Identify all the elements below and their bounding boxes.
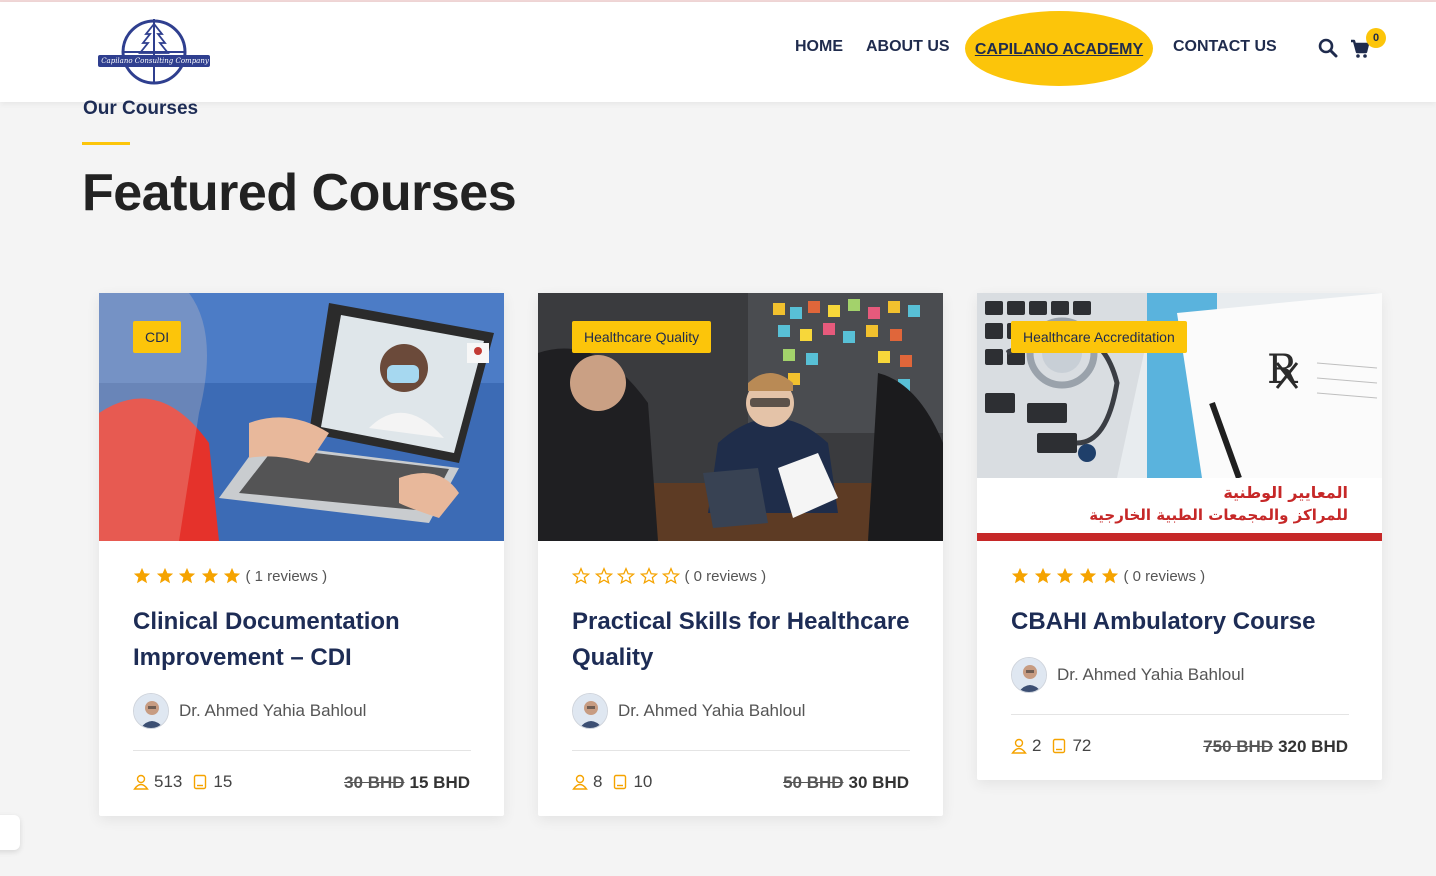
current-price: 15 BHD [409, 773, 470, 792]
course-thumbnail[interactable]: CDI [99, 293, 504, 541]
avatar [572, 693, 608, 729]
students-icon [1011, 738, 1027, 754]
course-thumbnail[interactable]: R المعايير الوطنية للمراكز والمجمعات الط… [977, 293, 1382, 541]
course-card[interactable]: R المعايير الوطنية للمراكز والمجمعات الط… [977, 293, 1382, 780]
course-author[interactable]: Dr. Ahmed Yahia Bahloul [133, 693, 366, 729]
star-filled-icon [1034, 567, 1051, 584]
star-empty-icon [594, 567, 613, 585]
course-price: 750 BHD 320 BHD [1203, 737, 1348, 757]
lessons-icon [194, 774, 207, 790]
course-card[interactable]: Healthcare Quality ( 0 reviews ) Practic… [538, 293, 943, 816]
card-divider [572, 750, 910, 751]
old-price: 750 BHD [1203, 737, 1274, 756]
image-arabic-line-1: المعايير الوطنية [1223, 483, 1348, 502]
star-filled-icon [201, 567, 218, 584]
star-filled-icon [223, 567, 241, 584]
review-count: ( 0 reviews ) [684, 567, 767, 585]
cart-count-badge: 0 [1366, 28, 1386, 48]
course-title[interactable]: Clinical Documentation Improvement – CDI [133, 604, 478, 676]
rating: ( 1 reviews ) [133, 566, 327, 586]
star-empty-icon [639, 567, 658, 585]
site-header: Capilano Consulting Company HOME ABOUT U… [0, 2, 1436, 102]
section-eyebrow: Our Courses [83, 98, 199, 119]
star-filled-icon [1011, 567, 1029, 584]
star-filled-icon [133, 567, 151, 584]
course-stats: 8 10 [572, 772, 662, 792]
author-name: Dr. Ahmed Yahia Bahloul [618, 701, 806, 720]
card-divider [1011, 714, 1349, 715]
old-price: 50 BHD [783, 773, 844, 792]
lessons-icon [614, 774, 627, 790]
card-divider [133, 750, 471, 751]
course-author[interactable]: Dr. Ahmed Yahia Bahloul [572, 693, 805, 729]
review-count: ( 0 reviews ) [1123, 567, 1206, 585]
star-filled-icon [1101, 567, 1119, 584]
rating: ( 0 reviews ) [1011, 566, 1205, 586]
category-tag[interactable]: Healthcare Accreditation [1011, 321, 1187, 353]
rating: ( 0 reviews ) [572, 566, 766, 586]
course-author[interactable]: Dr. Ahmed Yahia Bahloul [1011, 657, 1244, 693]
nav-home[interactable]: HOME [795, 38, 843, 56]
author-name: Dr. Ahmed Yahia Bahloul [179, 701, 367, 720]
nav-about-us[interactable]: ABOUT US [866, 38, 950, 56]
star-filled-icon [1056, 567, 1074, 584]
students-icon [572, 774, 588, 790]
student-count: 8 [593, 772, 603, 791]
star-empty-icon [662, 567, 680, 585]
star-filled-icon [178, 567, 196, 584]
lesson-count: 72 [1072, 736, 1092, 755]
side-floating-tab[interactable]: s [0, 815, 20, 850]
course-price: 50 BHD 30 BHD [783, 773, 909, 793]
course-title[interactable]: CBAHI Ambulatory Course [1011, 604, 1356, 640]
category-tag[interactable]: Healthcare Quality [572, 321, 712, 353]
course-card[interactable]: CDI ( 1 reviews ) Clinical Documentation… [99, 293, 504, 816]
section-title: Featured Courses [82, 164, 517, 222]
star-empty-icon [572, 567, 590, 585]
author-name: Dr. Ahmed Yahia Bahloul [1057, 665, 1245, 684]
search-icon[interactable] [1318, 38, 1338, 58]
star-filled-icon [156, 567, 173, 584]
student-count: 2 [1032, 736, 1042, 755]
review-count: ( 1 reviews ) [245, 567, 328, 585]
nav-contact-us[interactable]: CONTACT US [1173, 38, 1277, 56]
course-thumbnail[interactable]: Healthcare Quality [538, 293, 943, 541]
logo-text: Capilano Consulting Company [101, 57, 209, 65]
students-icon [133, 774, 149, 790]
course-stats: 2 72 [1011, 736, 1101, 756]
company-logo[interactable] [94, 16, 214, 86]
nav-capilano-academy[interactable]: CAPILANO ACADEMY [965, 11, 1153, 86]
eyebrow-underline [82, 142, 130, 145]
avatar [133, 693, 169, 729]
current-price: 30 BHD [848, 773, 909, 792]
student-count: 513 [154, 772, 183, 791]
course-title[interactable]: Practical Skills for Healthcare Quality [572, 604, 917, 676]
course-stats: 513 15 [133, 772, 242, 792]
course-price: 30 BHD 15 BHD [344, 773, 470, 793]
avatar [1011, 657, 1047, 693]
star-empty-icon [617, 567, 635, 585]
old-price: 30 BHD [344, 773, 405, 792]
image-arabic-line-2: للمراكز والمجمعات الطبية الخارجية [1089, 506, 1348, 524]
star-filled-icon [1079, 567, 1096, 584]
current-price: 320 BHD [1278, 737, 1348, 756]
lesson-count: 15 [213, 772, 233, 791]
lessons-icon [1053, 738, 1066, 754]
category-tag[interactable]: CDI [133, 321, 182, 353]
lesson-count: 10 [633, 772, 653, 791]
